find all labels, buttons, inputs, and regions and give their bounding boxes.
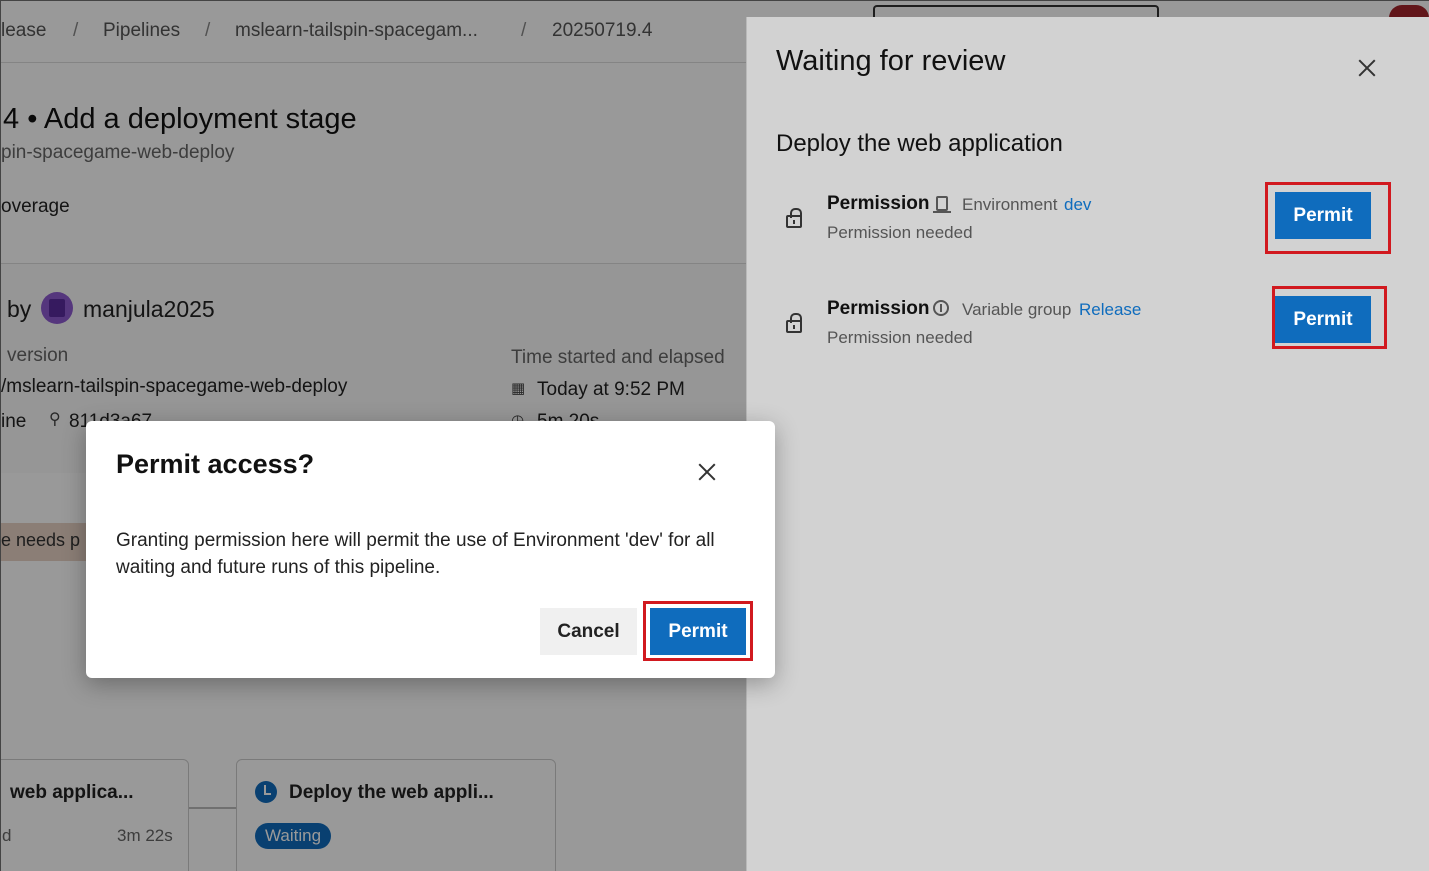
permission-status: Permission needed xyxy=(827,328,973,347)
lock-icon xyxy=(786,313,802,333)
review-panel: Waiting for review Deploy the web applic… xyxy=(746,17,1429,871)
lock-icon xyxy=(786,208,802,228)
close-icon[interactable] xyxy=(692,457,722,487)
permission-status: Permission needed xyxy=(827,223,973,242)
permit-button-variable-group[interactable]: Permit xyxy=(1275,296,1371,343)
resource-type: Environment xyxy=(962,195,1058,214)
section-title: Deploy the web application xyxy=(776,130,1063,157)
dialog-message: Granting permission here will permit the… xyxy=(116,530,715,578)
cancel-button[interactable]: Cancel xyxy=(540,608,637,655)
dialog-title: Permit access? xyxy=(116,449,315,479)
resource-link-dev[interactable]: dev xyxy=(1064,195,1091,215)
resource-link-release[interactable]: Release xyxy=(1079,300,1141,320)
permit-button-environment[interactable]: Permit xyxy=(1275,192,1371,239)
resource-type: Variable group xyxy=(962,300,1072,319)
environment-icon xyxy=(933,196,951,213)
permission-name: Permission xyxy=(827,298,930,319)
close-icon[interactable] xyxy=(1352,53,1382,83)
variable-group-icon xyxy=(933,300,949,316)
permission-name: Permission xyxy=(827,193,930,214)
panel-title: Waiting for review xyxy=(776,45,1006,77)
permit-access-dialog: Permit access? Granting permission here … xyxy=(86,421,775,678)
permit-button[interactable]: Permit xyxy=(650,608,746,655)
